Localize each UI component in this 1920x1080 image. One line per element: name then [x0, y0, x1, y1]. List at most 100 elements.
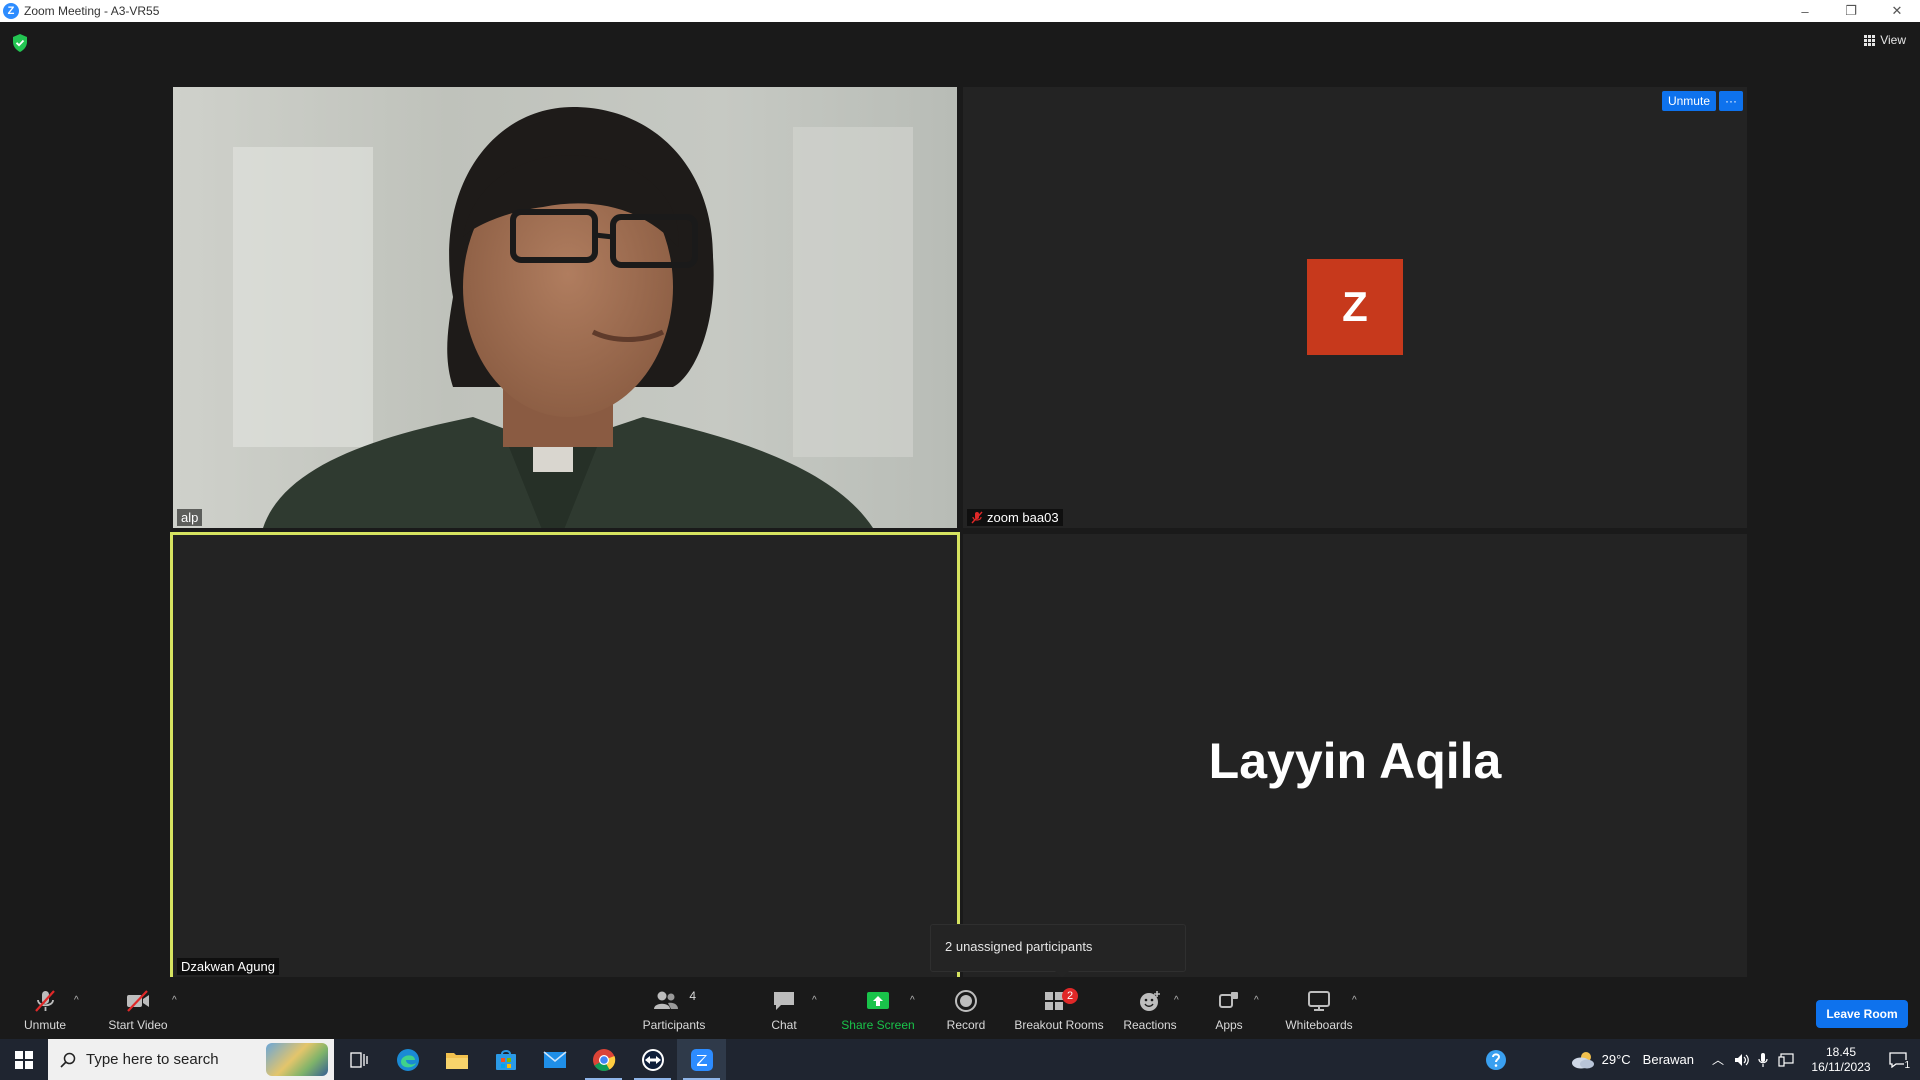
people-icon	[654, 991, 678, 1009]
zoom-app[interactable]	[677, 1039, 726, 1080]
video-tile-alp[interactable]: alp	[173, 87, 957, 528]
window-title: Zoom Meeting - A3-VR55	[24, 4, 160, 18]
participants-count: 4	[689, 989, 696, 1003]
apps-options-caret[interactable]: ^	[1254, 995, 1259, 1006]
participant-name-tag: alp	[177, 509, 203, 526]
whiteboards-options-caret[interactable]: ^	[1352, 995, 1357, 1006]
weather-temperature: 29°C	[1601, 1052, 1631, 1067]
search-placeholder: Type here to search	[86, 1051, 219, 1068]
whiteboards-button[interactable]: Whiteboards	[1282, 977, 1356, 1039]
apps-label: Apps	[1215, 1018, 1243, 1032]
chat-bubble-icon	[774, 992, 794, 1010]
start-button[interactable]	[0, 1039, 48, 1080]
weather-description: Berawan	[1642, 1052, 1694, 1067]
participant-name: Dzakwan Agung	[181, 959, 275, 974]
participant-name: alp	[181, 510, 199, 525]
view-button[interactable]: View	[1864, 33, 1906, 47]
chrome-app[interactable]	[579, 1039, 628, 1080]
start-video-button[interactable]: Start Video	[104, 977, 172, 1039]
tray-overflow-chevron-icon[interactable]: ︿	[1712, 1051, 1724, 1068]
reactions-button[interactable]: Reactions	[1122, 977, 1178, 1039]
window-controls: – ❐ ✕	[1782, 0, 1920, 22]
whiteboard-icon	[1308, 991, 1330, 1011]
unassigned-participants-tooltip[interactable]: 2 unassigned participants	[930, 924, 1186, 978]
meeting-toolbar: Unmute ^ Start Video ^ 4 Participants Ch…	[0, 977, 1920, 1039]
microphone-tray-icon[interactable]	[1758, 1052, 1768, 1068]
participant-video-feed	[173, 87, 957, 528]
network-icon[interactable]	[1778, 1052, 1794, 1067]
participant-name-tag: Dzakwan Agung	[177, 958, 279, 975]
breakout-rooms-button[interactable]: 2 Breakout Rooms	[1012, 977, 1106, 1039]
security-shield-icon[interactable]	[12, 34, 28, 52]
restore-button[interactable]: ❐	[1828, 0, 1874, 22]
windows-logo-icon	[15, 1050, 33, 1069]
participant-display-name: Layyin Aqila	[1208, 733, 1502, 789]
participants-button[interactable]: 4 Participants	[640, 977, 708, 1039]
task-view-icon	[349, 1051, 368, 1068]
participants-label: Participants	[642, 1018, 706, 1032]
grid-view-icon	[1864, 34, 1876, 46]
edge-browser-icon	[396, 1048, 419, 1071]
record-button[interactable]: Record	[944, 977, 988, 1039]
notification-count: 1	[1904, 1059, 1910, 1071]
search-icon	[60, 1052, 76, 1068]
breakout-badge: 2	[1062, 988, 1078, 1004]
apps-button[interactable]: Apps	[1212, 977, 1246, 1039]
reactions-label: Reactions	[1123, 1018, 1177, 1032]
chat-label: Chat	[771, 1018, 797, 1032]
video-options-caret[interactable]: ^	[172, 995, 177, 1006]
mail-app[interactable]	[530, 1039, 579, 1080]
close-button[interactable]: ✕	[1874, 0, 1920, 22]
help-tray-button[interactable]	[1474, 1049, 1518, 1071]
help-question-icon	[1485, 1049, 1506, 1070]
reactions-smiley-icon	[1140, 991, 1160, 1011]
share-screen-icon	[867, 992, 889, 1009]
record-label: Record	[946, 1018, 986, 1032]
leave-room-button[interactable]: Leave Room	[1816, 1000, 1908, 1028]
microsoft-store-app[interactable]	[481, 1039, 530, 1080]
participants-icon-group: 4	[652, 989, 696, 1013]
video-tile-zoom-baa03[interactable]: Z Unmute ··· zoom baa03	[963, 87, 1747, 528]
teamviewer-app[interactable]	[628, 1039, 677, 1080]
participant-name: zoom baa03	[987, 510, 1059, 525]
breakout-icon-group: 2	[1042, 988, 1078, 1013]
taskbar-clock[interactable]: 18.45 16/11/2023	[1806, 1045, 1876, 1075]
volume-icon[interactable]	[1734, 1053, 1750, 1067]
unmute-participant-button[interactable]: Unmute	[1661, 91, 1716, 111]
clock-date: 16/11/2023	[1811, 1059, 1871, 1074]
unmute-label: Unmute	[23, 1018, 67, 1032]
task-view-button[interactable]	[334, 1039, 383, 1080]
video-tile-dzakwan-agung[interactable]: Dzakwan Agung	[170, 532, 960, 980]
folder-icon	[445, 1052, 468, 1069]
taskbar-search-box[interactable]: Type here to search	[48, 1039, 334, 1080]
chrome-browser-icon	[592, 1048, 615, 1071]
zoom-logo-icon: Z	[3, 3, 19, 19]
unmute-button[interactable]: Unmute	[20, 977, 70, 1039]
edge-app[interactable]	[383, 1039, 432, 1080]
weather-widget[interactable]: 29°C Berawan	[1570, 1050, 1694, 1070]
participant-name-tag: zoom baa03	[967, 509, 1063, 526]
muted-mic-icon	[971, 511, 983, 524]
audio-options-caret[interactable]: ^	[74, 995, 79, 1006]
teamviewer-icon	[641, 1048, 664, 1071]
file-explorer-app[interactable]	[432, 1039, 481, 1080]
store-bag-icon	[495, 1049, 516, 1070]
clock-time: 18.45	[1825, 1044, 1857, 1059]
chat-button[interactable]: Chat	[766, 977, 802, 1039]
share-screen-label: Share Screen	[841, 1018, 915, 1032]
chat-options-caret[interactable]: ^	[812, 995, 817, 1006]
video-tile-layyin-aqila[interactable]: Layyin Aqila	[963, 534, 1747, 978]
share-screen-button[interactable]: Share Screen	[840, 977, 916, 1039]
meeting-area: View alp Z Unmute ··· zoom baa03 Dzakwan…	[0, 22, 1920, 980]
system-tray: 29°C Berawan ︿ 18.45 16/11/2023 1	[1474, 1039, 1920, 1080]
reactions-options-caret[interactable]: ^	[1174, 995, 1179, 1006]
start-video-label: Start Video	[108, 1018, 168, 1032]
cloudy-weather-icon	[1571, 1051, 1594, 1068]
video-off-icon	[127, 990, 149, 1012]
share-options-caret[interactable]: ^	[910, 995, 915, 1006]
notification-center-button[interactable]: 1	[1876, 1051, 1920, 1071]
minimize-button[interactable]: –	[1782, 0, 1828, 22]
view-label: View	[1880, 33, 1906, 47]
tile-actions: Unmute ···	[1661, 91, 1743, 111]
more-options-button[interactable]: ···	[1719, 91, 1743, 111]
